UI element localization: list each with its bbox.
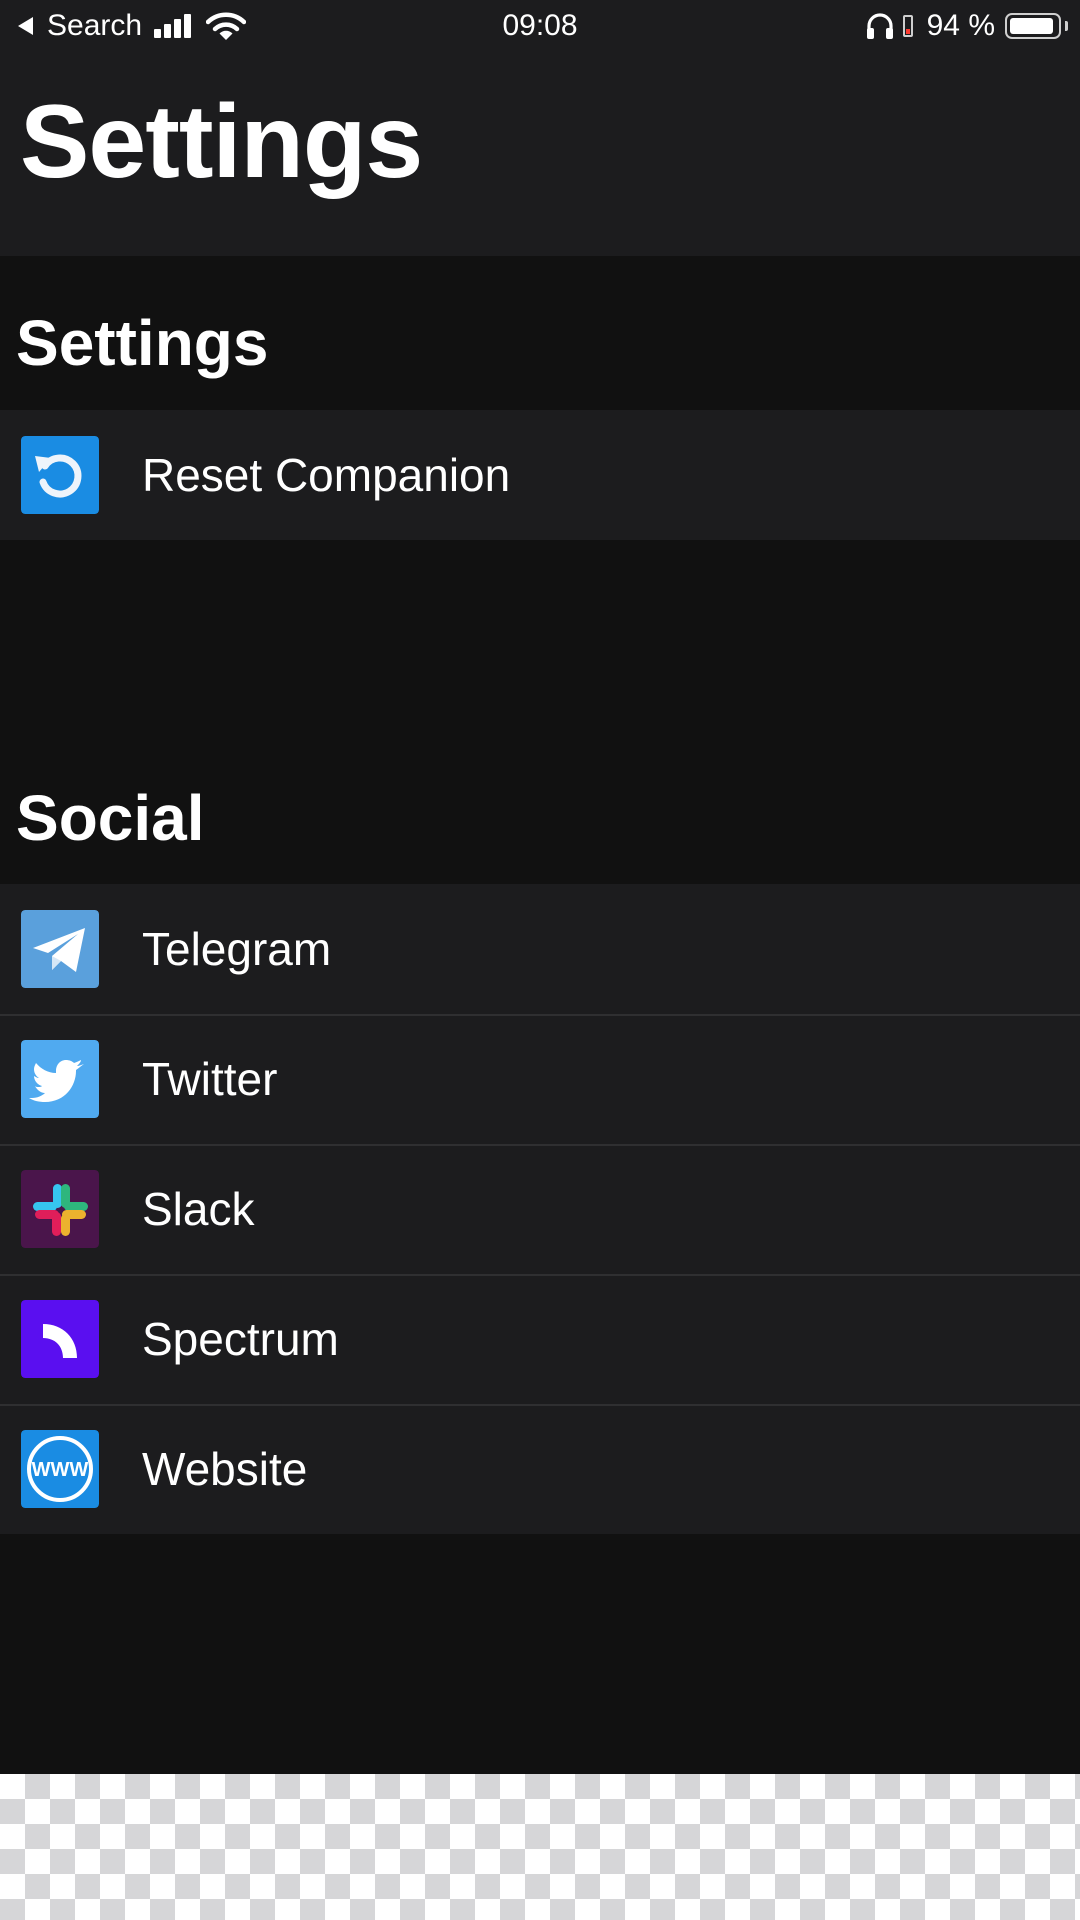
settings-group: Reset Companion	[0, 410, 1080, 540]
row-label: Telegram	[142, 923, 332, 975]
social-row-telegram[interactable]: Telegram	[0, 884, 1080, 1014]
reset-icon	[21, 436, 99, 514]
low-battery-icon	[902, 15, 913, 37]
social-row-twitter[interactable]: Twitter	[0, 1014, 1080, 1144]
website-icon: WWW	[21, 1430, 99, 1508]
settings-row-reset-companion[interactable]: Reset Companion	[0, 410, 1080, 540]
spectrum-icon	[21, 1300, 99, 1378]
status-bar: Search 09:08 94 %	[0, 0, 1080, 52]
section-title-social: Social	[16, 782, 205, 854]
row-label: Website	[142, 1443, 308, 1495]
headphones-icon	[866, 13, 893, 39]
social-row-website[interactable]: WWW Website	[0, 1404, 1080, 1534]
page-title: Settings	[20, 84, 423, 200]
status-bar-right: 94 %	[865, 8, 1068, 44]
social-row-spectrum[interactable]: Spectrum	[0, 1274, 1080, 1404]
slack-icon	[21, 1170, 99, 1248]
battery-level-fill	[1010, 18, 1053, 34]
row-label: Reset Companion	[142, 449, 511, 501]
twitter-icon	[21, 1040, 99, 1118]
social-group: Telegram Twitter Slack Spectrum WWW Webs…	[0, 884, 1080, 1534]
row-label: Twitter	[142, 1053, 278, 1105]
battery-percentage: 94 %	[926, 9, 995, 42]
large-header: Settings	[0, 52, 1080, 256]
social-row-slack[interactable]: Slack	[0, 1144, 1080, 1274]
transparent-background	[0, 1774, 1080, 1920]
telegram-icon	[21, 910, 99, 988]
row-label: Spectrum	[142, 1313, 339, 1365]
battery-nub	[1065, 21, 1068, 31]
row-label: Slack	[142, 1183, 255, 1235]
battery-icon	[1005, 13, 1061, 39]
section-title-settings: Settings	[16, 307, 269, 379]
website-icon-text: WWW	[32, 1459, 89, 1481]
